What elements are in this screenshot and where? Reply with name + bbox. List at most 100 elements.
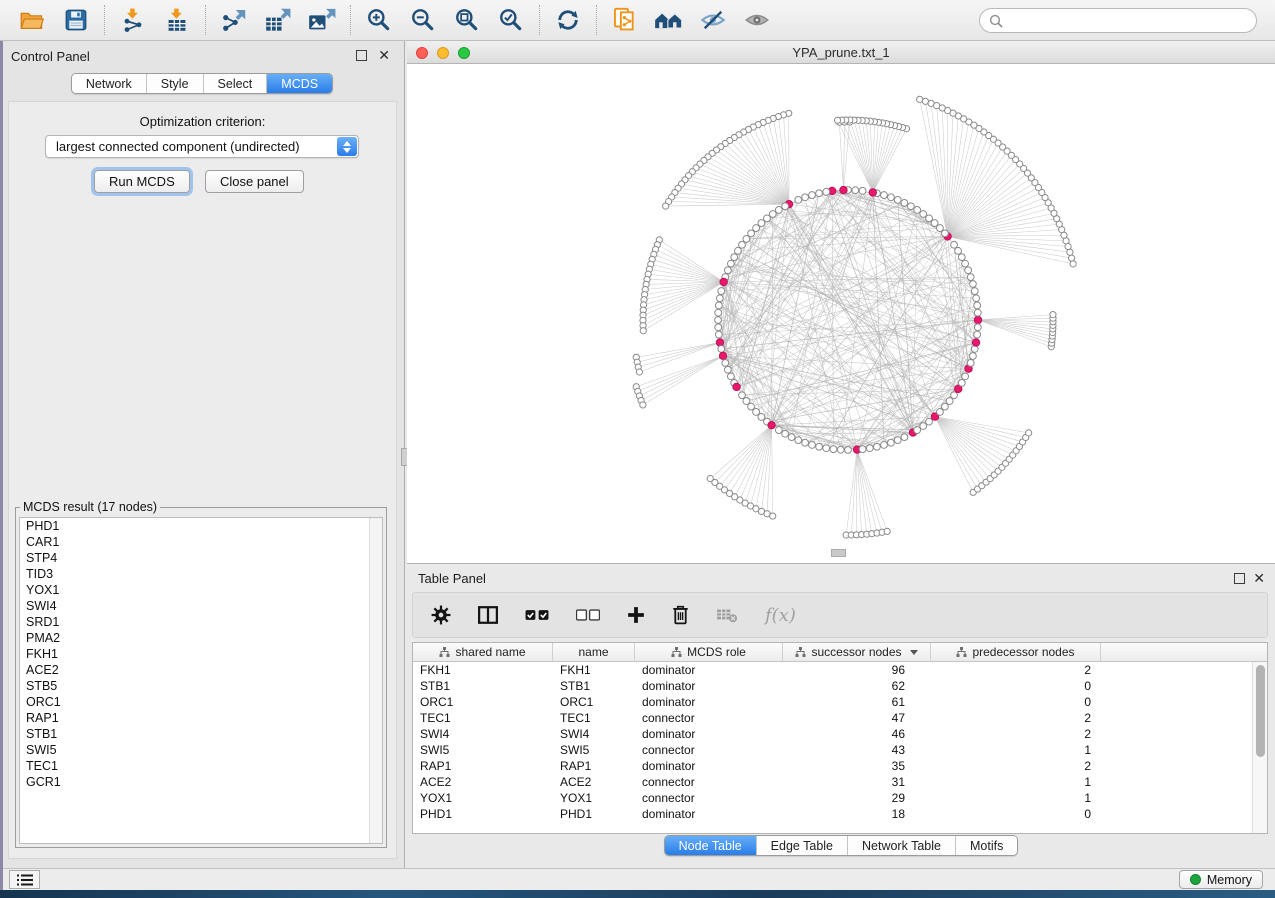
- tab-network[interactable]: Network: [72, 74, 146, 93]
- cell-role: connector: [635, 791, 783, 805]
- duplicate-page-icon[interactable]: [610, 5, 640, 35]
- control-panel: Control Panel ✕ Network Style Select MCD…: [0, 41, 405, 868]
- control-panel-tabs: Network Style Select MCDS: [0, 73, 404, 94]
- tab-motifs[interactable]: Motifs: [955, 836, 1017, 855]
- mcds-result-item[interactable]: STB1: [20, 726, 382, 742]
- close-panel-button[interactable]: Close panel: [205, 170, 304, 193]
- mcds-result-list[interactable]: PHD1CAR1STP4TID3YOX1SWI4SRD1PMA2FKH1ACE2…: [19, 517, 383, 844]
- attribute-type-icon: [956, 647, 967, 657]
- select-all-rows-icon[interactable]: [525, 609, 549, 621]
- column-header-predecessor-nodes[interactable]: predecessor nodes: [931, 643, 1101, 661]
- cell-predecessors: 0: [931, 807, 1101, 821]
- export-image-icon[interactable]: [307, 5, 337, 35]
- close-table-panel-icon[interactable]: ✕: [1253, 570, 1265, 587]
- mcds-result-item[interactable]: ORC1: [20, 694, 382, 710]
- close-panel-icon[interactable]: ✕: [378, 47, 390, 64]
- table-row[interactable]: STB1STB1dominator620: [413, 678, 1252, 694]
- float-table-panel-icon[interactable]: [1234, 573, 1245, 584]
- cell-predecessors: 1: [931, 775, 1101, 789]
- export-network-icon[interactable]: [219, 5, 249, 35]
- mcds-result-group: MCDS result (17 nodes) PHD1CAR1STP4TID3Y…: [15, 500, 387, 848]
- cell-name: YOX1: [553, 791, 635, 805]
- delete-column-icon[interactable]: [672, 605, 689, 625]
- open-file-icon[interactable]: [17, 5, 47, 35]
- horizontal-splitter-handle[interactable]: [831, 549, 846, 557]
- tab-mcds[interactable]: MCDS: [266, 74, 332, 93]
- cell-shared_name: RAP1: [413, 759, 553, 773]
- mcds-result-item[interactable]: FKH1: [20, 646, 382, 662]
- mcds-result-item[interactable]: SWI4: [20, 598, 382, 614]
- column-header-name[interactable]: name: [553, 643, 635, 661]
- cell-predecessors: 1: [931, 743, 1101, 757]
- search-input[interactable]: [1009, 13, 1256, 28]
- tab-style[interactable]: Style: [146, 74, 203, 93]
- tab-edge-table[interactable]: Edge Table: [756, 836, 847, 855]
- mcds-result-item[interactable]: STP4: [20, 550, 382, 566]
- criterion-value: largest connected component (undirected): [56, 139, 300, 154]
- table-row[interactable]: FKH1FKH1dominator962: [413, 662, 1252, 678]
- mcds-result-item[interactable]: SWI5: [20, 742, 382, 758]
- save-session-icon[interactable]: [61, 5, 91, 35]
- show-columns-icon[interactable]: [478, 606, 498, 624]
- table-row[interactable]: ORC1ORC1dominator610: [413, 694, 1252, 710]
- zoom-out-icon[interactable]: [408, 5, 438, 35]
- column-header-successor-nodes[interactable]: successor nodes: [783, 643, 931, 661]
- cell-predecessors: 0: [931, 695, 1101, 709]
- cell-name: STB1: [553, 679, 635, 693]
- cell-successors: 61: [783, 695, 931, 709]
- mcds-result-item[interactable]: RAP1: [20, 710, 382, 726]
- mcds-result-item[interactable]: YOX1: [20, 582, 382, 598]
- control-panel-header: Control Panel ✕: [0, 41, 404, 71]
- mcds-result-item[interactable]: SRD1: [20, 614, 382, 630]
- zoom-in-icon[interactable]: [364, 5, 394, 35]
- mcds-result-item[interactable]: TEC1: [20, 758, 382, 774]
- zoom-selected-icon[interactable]: [496, 5, 526, 35]
- tab-node-table[interactable]: Node Table: [665, 836, 756, 855]
- add-column-icon[interactable]: [627, 606, 645, 624]
- mcds-result-item[interactable]: GCR1: [20, 774, 382, 790]
- mcds-list-scrollbar[interactable]: [369, 518, 382, 843]
- table-row[interactable]: TEC1TEC1connector472: [413, 710, 1252, 726]
- table-settings-gear-icon[interactable]: [431, 605, 451, 625]
- task-history-button[interactable]: [9, 870, 40, 889]
- toolbar-separator: [104, 5, 105, 35]
- show-hidden-icon[interactable]: [742, 5, 772, 35]
- mcds-result-item[interactable]: STB5: [20, 678, 382, 694]
- float-panel-icon[interactable]: [356, 50, 367, 61]
- table-row[interactable]: SWI4SWI4dominator462: [413, 726, 1252, 742]
- hide-selected-icon[interactable]: [698, 5, 728, 35]
- criterion-dropdown[interactable]: largest connected component (undirected): [45, 135, 359, 158]
- memory-button[interactable]: Memory: [1179, 870, 1263, 889]
- mcds-result-item[interactable]: CAR1: [20, 534, 382, 550]
- mcds-result-item[interactable]: PMA2: [20, 630, 382, 646]
- table-row[interactable]: ACE2ACE2connector311: [413, 774, 1252, 790]
- search-field[interactable]: [979, 8, 1257, 33]
- import-network-icon[interactable]: [118, 5, 148, 35]
- column-header-shared-name[interactable]: shared name: [413, 643, 553, 661]
- cell-shared_name: PHD1: [413, 807, 553, 821]
- network-graph-canvas[interactable]: [407, 64, 1275, 563]
- column-header-MCDS-role[interactable]: MCDS role: [635, 643, 783, 661]
- refresh-icon[interactable]: [553, 5, 583, 35]
- column-header-label: shared name: [455, 645, 525, 659]
- mcds-result-item[interactable]: TID3: [20, 566, 382, 582]
- table-scrollbar[interactable]: [1252, 662, 1267, 833]
- tab-network-table[interactable]: Network Table: [847, 836, 955, 855]
- table-row[interactable]: SWI5SWI5connector431: [413, 742, 1252, 758]
- cell-shared_name: TEC1: [413, 711, 553, 725]
- tab-select[interactable]: Select: [203, 74, 267, 93]
- zoom-fit-icon[interactable]: [452, 5, 482, 35]
- table-row[interactable]: RAP1RAP1dominator352: [413, 758, 1252, 774]
- mcds-result-item[interactable]: ACE2: [20, 662, 382, 678]
- table-row[interactable]: YOX1YOX1connector291: [413, 790, 1252, 806]
- run-mcds-button[interactable]: Run MCDS: [94, 170, 190, 193]
- import-table-icon[interactable]: [162, 5, 192, 35]
- status-bar: Memory: [0, 868, 1275, 890]
- first-neighbors-icon[interactable]: [654, 5, 684, 35]
- table-row[interactable]: PHD1PHD1dominator180: [413, 806, 1252, 822]
- mcds-result-item[interactable]: PHD1: [20, 518, 382, 534]
- cell-successors: 47: [783, 711, 931, 725]
- deselect-all-rows-icon[interactable]: [576, 609, 600, 621]
- scrollbar-thumb[interactable]: [1256, 665, 1265, 757]
- export-table-icon[interactable]: [263, 5, 293, 35]
